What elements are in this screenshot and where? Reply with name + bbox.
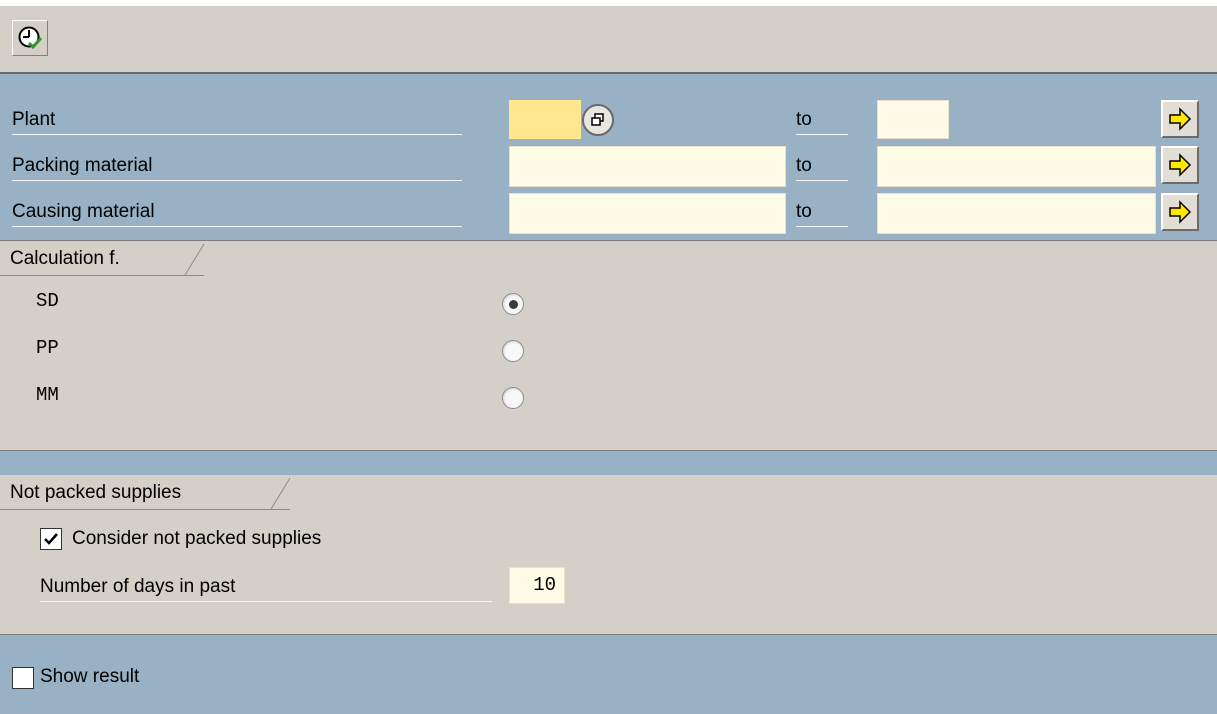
consider-not-packed-checkbox[interactable] [40,528,62,550]
mm-radio[interactable] [502,387,524,409]
packing-material-more-button[interactable] [1161,146,1199,184]
separator-band [0,450,1217,475]
execute-button[interactable] [12,20,48,56]
causing-material-to-input[interactable] [877,193,1156,234]
check-icon [44,533,58,545]
not-packed-group-title-text: Not packed supplies [10,482,182,503]
yellow-arrow-icon [1169,107,1192,131]
sd-radio[interactable] [502,293,524,315]
sd-option-label: SD [36,290,59,312]
plant-label: Plant [12,106,462,135]
packing-material-to-input[interactable] [877,146,1156,187]
multiple-selection-button[interactable] [582,104,614,136]
show-result-label: Show result [40,666,140,687]
days-in-past-label: Number of days in past [40,573,492,602]
show-result-checkbox[interactable] [12,667,34,689]
packing-material-from-input[interactable] [509,146,786,187]
packing-material-to-label: to [796,152,848,181]
pp-radio[interactable] [502,340,524,362]
plant-to-label: to [796,106,848,135]
causing-material-from-input[interactable] [509,193,786,234]
days-in-past-input[interactable]: 10 [509,567,565,604]
causing-material-more-button[interactable] [1161,193,1199,231]
causing-material-to-label: to [796,198,848,227]
yellow-arrow-icon [1169,153,1192,177]
mm-option-label: MM [36,384,59,406]
plant-from-input[interactable] [509,100,581,139]
yellow-arrow-icon [1169,200,1192,224]
calculation-group-title: Calculation f. [0,242,205,276]
application-toolbar [0,0,1217,74]
pp-option-label: PP [36,337,59,359]
result-area [0,634,1217,714]
clock-execute-icon [18,26,43,50]
causing-material-label: Causing material [12,198,462,227]
calculation-group-title-text: Calculation f. [10,248,120,269]
plant-more-button[interactable] [1161,100,1199,138]
packing-material-label: Packing material [12,152,462,181]
plant-to-input[interactable] [877,100,949,139]
multiple-selection-icon [591,113,604,126]
consider-not-packed-label: Consider not packed supplies [72,528,322,549]
divider [0,240,1217,241]
not-packed-group-title: Not packed supplies [0,476,291,510]
